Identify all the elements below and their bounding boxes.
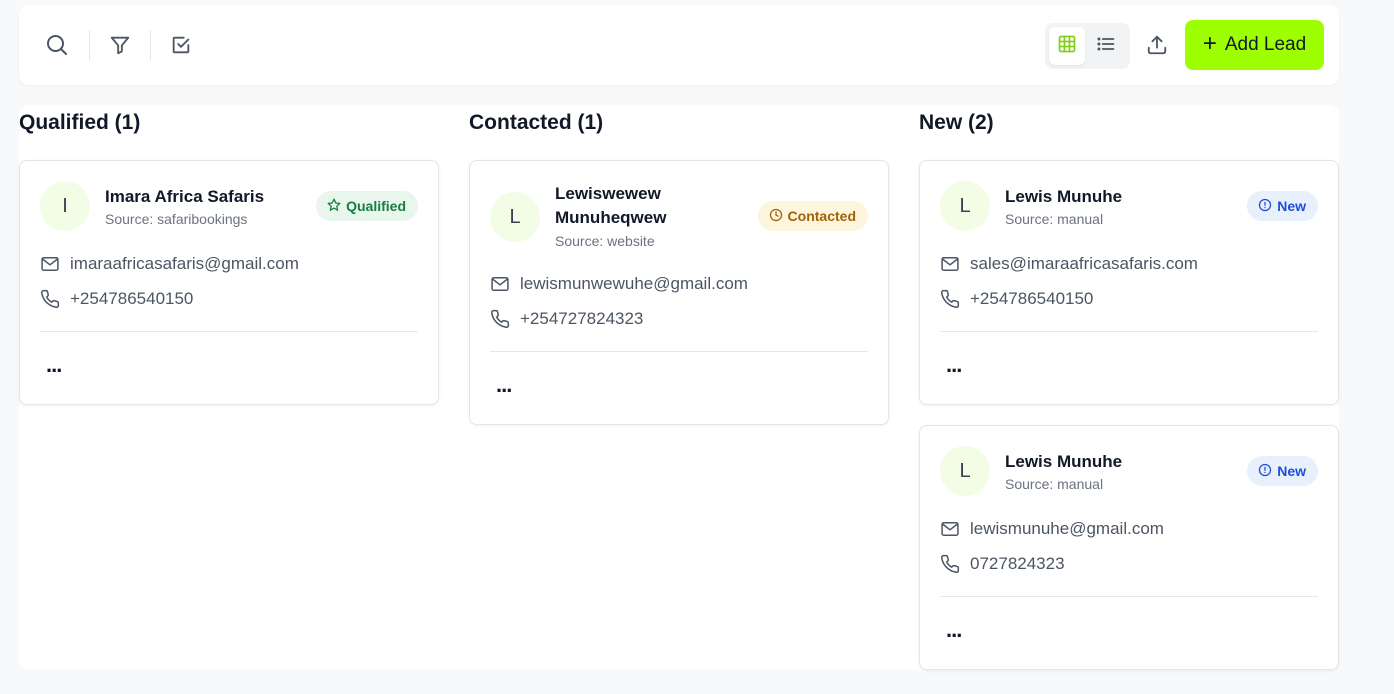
mail-icon (40, 254, 60, 274)
lead-email[interactable]: imaraafricasafaris@gmail.com (70, 254, 299, 274)
mail-icon (940, 519, 960, 539)
lead-name: Lewis Munuhe (1005, 187, 1123, 206)
status-label: New (1277, 198, 1306, 214)
status-badge: Contacted (757, 201, 868, 231)
toolbar-divider (89, 30, 90, 60)
clock-icon (769, 208, 783, 225)
column-title-contacted: Contacted (1) (469, 111, 604, 134)
email-row: lewismunuhe@gmail.com (940, 519, 1164, 539)
select-checkbox-icon[interactable] (167, 31, 195, 59)
card-divider (490, 351, 868, 352)
list-view-button[interactable] (1088, 27, 1124, 65)
lead-card[interactable]: L Lewiswewew Munuheqwew Source: website … (469, 160, 889, 425)
info-icon (1258, 463, 1272, 480)
avatar: I (40, 181, 90, 231)
list-icon (1096, 34, 1116, 59)
lead-source: Source: website (555, 233, 655, 249)
lead-phone[interactable]: +254786540150 (970, 289, 1093, 309)
lead-phone[interactable]: +254727824323 (520, 309, 643, 329)
phone-row: +254786540150 (940, 289, 1093, 309)
info-icon (1258, 198, 1272, 215)
toolbar-divider (150, 30, 151, 60)
email-row: imaraafricasafaris@gmail.com (40, 254, 299, 274)
add-lead-label: Add Lead (1224, 34, 1307, 55)
phone-icon (940, 554, 960, 574)
lead-phone[interactable]: +254786540150 (70, 289, 193, 309)
card-divider (940, 596, 1318, 597)
star-icon (327, 198, 341, 215)
mail-icon (940, 254, 960, 274)
status-badge: New (1247, 191, 1318, 221)
add-lead-button[interactable]: + Add Lead (1185, 20, 1324, 70)
lead-name: Lewis Munuhe (1005, 452, 1123, 471)
phone-row: +254786540150 (40, 289, 193, 309)
lead-card[interactable]: I Imara Africa Safaris Source: safariboo… (19, 160, 439, 405)
lead-email[interactable]: lewismunwewuhe@gmail.com (520, 274, 748, 294)
card-divider (40, 331, 418, 332)
avatar: L (940, 446, 990, 496)
kanban-board: Qualified (1) I Imara Africa Safaris Sou… (19, 105, 1339, 670)
lead-email[interactable]: sales@imaraafricasafaris.com (970, 254, 1198, 274)
lead-source: Source: safaribookings (105, 211, 248, 227)
more-options-button[interactable]: ... (46, 354, 62, 376)
status-badge: Qualified (316, 191, 418, 221)
grid-icon (1057, 34, 1077, 59)
search-icon[interactable] (43, 31, 71, 59)
column-title-new: New (2) (919, 111, 994, 134)
more-options-button[interactable]: ... (496, 374, 512, 396)
lead-card[interactable]: L Lewis Munuhe Source: manual New sales@… (919, 160, 1339, 405)
phone-row: +254727824323 (490, 309, 643, 329)
lead-card[interactable]: L Lewis Munuhe Source: manual New lewism… (919, 425, 1339, 670)
grid-view-button[interactable] (1049, 27, 1085, 65)
status-label: Contacted (787, 208, 856, 224)
phone-icon (490, 309, 510, 329)
more-options-button[interactable]: ... (946, 619, 962, 641)
status-label: New (1277, 463, 1306, 479)
phone-icon (940, 289, 960, 309)
phone-icon (40, 289, 60, 309)
filter-icon[interactable] (106, 31, 134, 59)
email-row: sales@imaraafricasafaris.com (940, 254, 1198, 274)
mail-icon (490, 274, 510, 294)
lead-source: Source: manual (1005, 211, 1104, 227)
email-row: lewismunwewuhe@gmail.com (490, 274, 748, 294)
lead-source: Source: manual (1005, 476, 1104, 492)
more-options-button[interactable]: ... (946, 354, 962, 376)
lead-phone[interactable]: 0727824323 (970, 554, 1065, 574)
toolbar: + Add Lead (19, 5, 1339, 85)
phone-row: 0727824323 (940, 554, 1065, 574)
avatar: L (940, 181, 990, 231)
avatar: L (490, 192, 540, 242)
export-icon[interactable] (1143, 31, 1171, 59)
lead-email[interactable]: lewismunuhe@gmail.com (970, 519, 1164, 539)
column-title-qualified: Qualified (1) (19, 111, 141, 134)
lead-name: Imara Africa Safaris (105, 187, 265, 206)
card-divider (940, 331, 1318, 332)
lead-name: Lewiswewew Munuheqwew (555, 184, 667, 227)
view-toggle (1045, 23, 1130, 69)
plus-icon: + (1202, 30, 1217, 57)
status-badge: New (1247, 456, 1318, 486)
status-label: Qualified (346, 198, 406, 214)
